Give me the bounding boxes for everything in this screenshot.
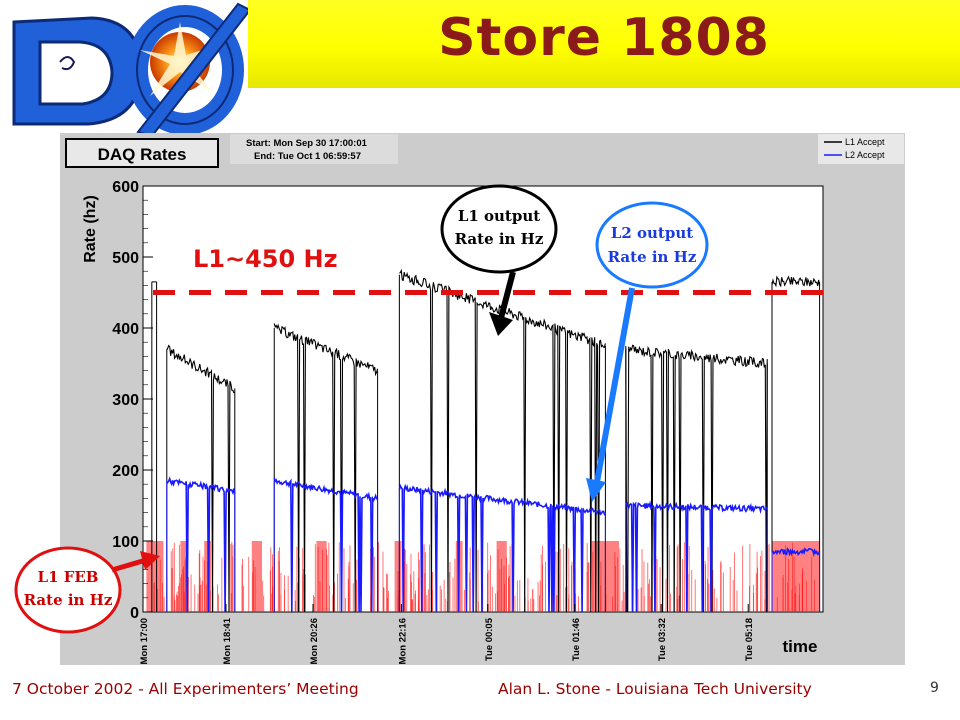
x-tick-label: Mon 18:41 xyxy=(222,617,233,664)
plot-start-time: Start: Mon Sep 30 17:00:01 xyxy=(246,138,368,149)
legend-l1-label: L1 Accept xyxy=(845,137,885,147)
legend-l2-label: L2 Accept xyxy=(845,150,885,160)
feb-rate-block xyxy=(146,541,164,612)
feb-rate-block xyxy=(251,541,262,612)
y-tick-label: 600 xyxy=(112,179,139,196)
l2-output-callout-line2: Rate in Hz xyxy=(608,248,697,266)
y-tick-label: 200 xyxy=(112,463,139,480)
x-tick-label: Mon 17:00 xyxy=(139,618,150,664)
l1-output-callout xyxy=(440,184,558,274)
y-axis-label: Rate (hz) xyxy=(82,195,99,263)
y-tick-label: 300 xyxy=(112,392,139,409)
l1-feb-callout xyxy=(14,546,122,634)
slide-number: 9 xyxy=(930,680,939,696)
x-tick-label: Tue 05:18 xyxy=(744,618,755,661)
plot-title: DAQ Rates xyxy=(98,145,187,164)
footer-meeting: 7 October 2002 - All Experimenters’ Meet… xyxy=(12,680,359,698)
plot-end-time: End: Tue Oct 1 06:59:57 xyxy=(254,151,361,162)
l1-feb-callout-line1: L1 FEB xyxy=(38,568,99,586)
x-tick-label: Tue 01:46 xyxy=(571,618,582,661)
footer-author: Alan L. Stone - Louisiana Tech Universit… xyxy=(498,680,812,698)
l1-output-callout-line2: Rate in Hz xyxy=(455,230,544,248)
y-tick-label: 500 xyxy=(112,250,139,267)
daq-rate-chart: DAQ Rates Start: Mon Sep 30 17:00:01 End… xyxy=(14,134,904,664)
l1-threshold-label: L1~450 Hz xyxy=(193,245,338,273)
l1-output-callout-line1: L1 output xyxy=(458,207,540,225)
feb-rate-block xyxy=(496,541,507,612)
x-axis-label: time xyxy=(783,637,818,656)
l2-output-callout xyxy=(595,201,709,289)
x-tick-label: Mon 20:26 xyxy=(309,618,320,664)
y-tick-label: 100 xyxy=(112,534,139,551)
l1-feb-callout-line2: Rate in Hz xyxy=(24,591,113,609)
l2-output-callout-line1: L2 output xyxy=(611,224,693,242)
feb-rate-block xyxy=(316,541,327,612)
x-tick-label: Tue 00:05 xyxy=(484,617,495,661)
x-tick-label: Tue 03:32 xyxy=(657,618,668,661)
y-tick-label: 0 xyxy=(130,605,139,622)
l1-feb-arrow xyxy=(111,557,147,573)
y-tick-label: 400 xyxy=(112,321,139,338)
x-tick-label: Mon 22:16 xyxy=(397,618,408,664)
feb-rate-block xyxy=(394,541,402,612)
